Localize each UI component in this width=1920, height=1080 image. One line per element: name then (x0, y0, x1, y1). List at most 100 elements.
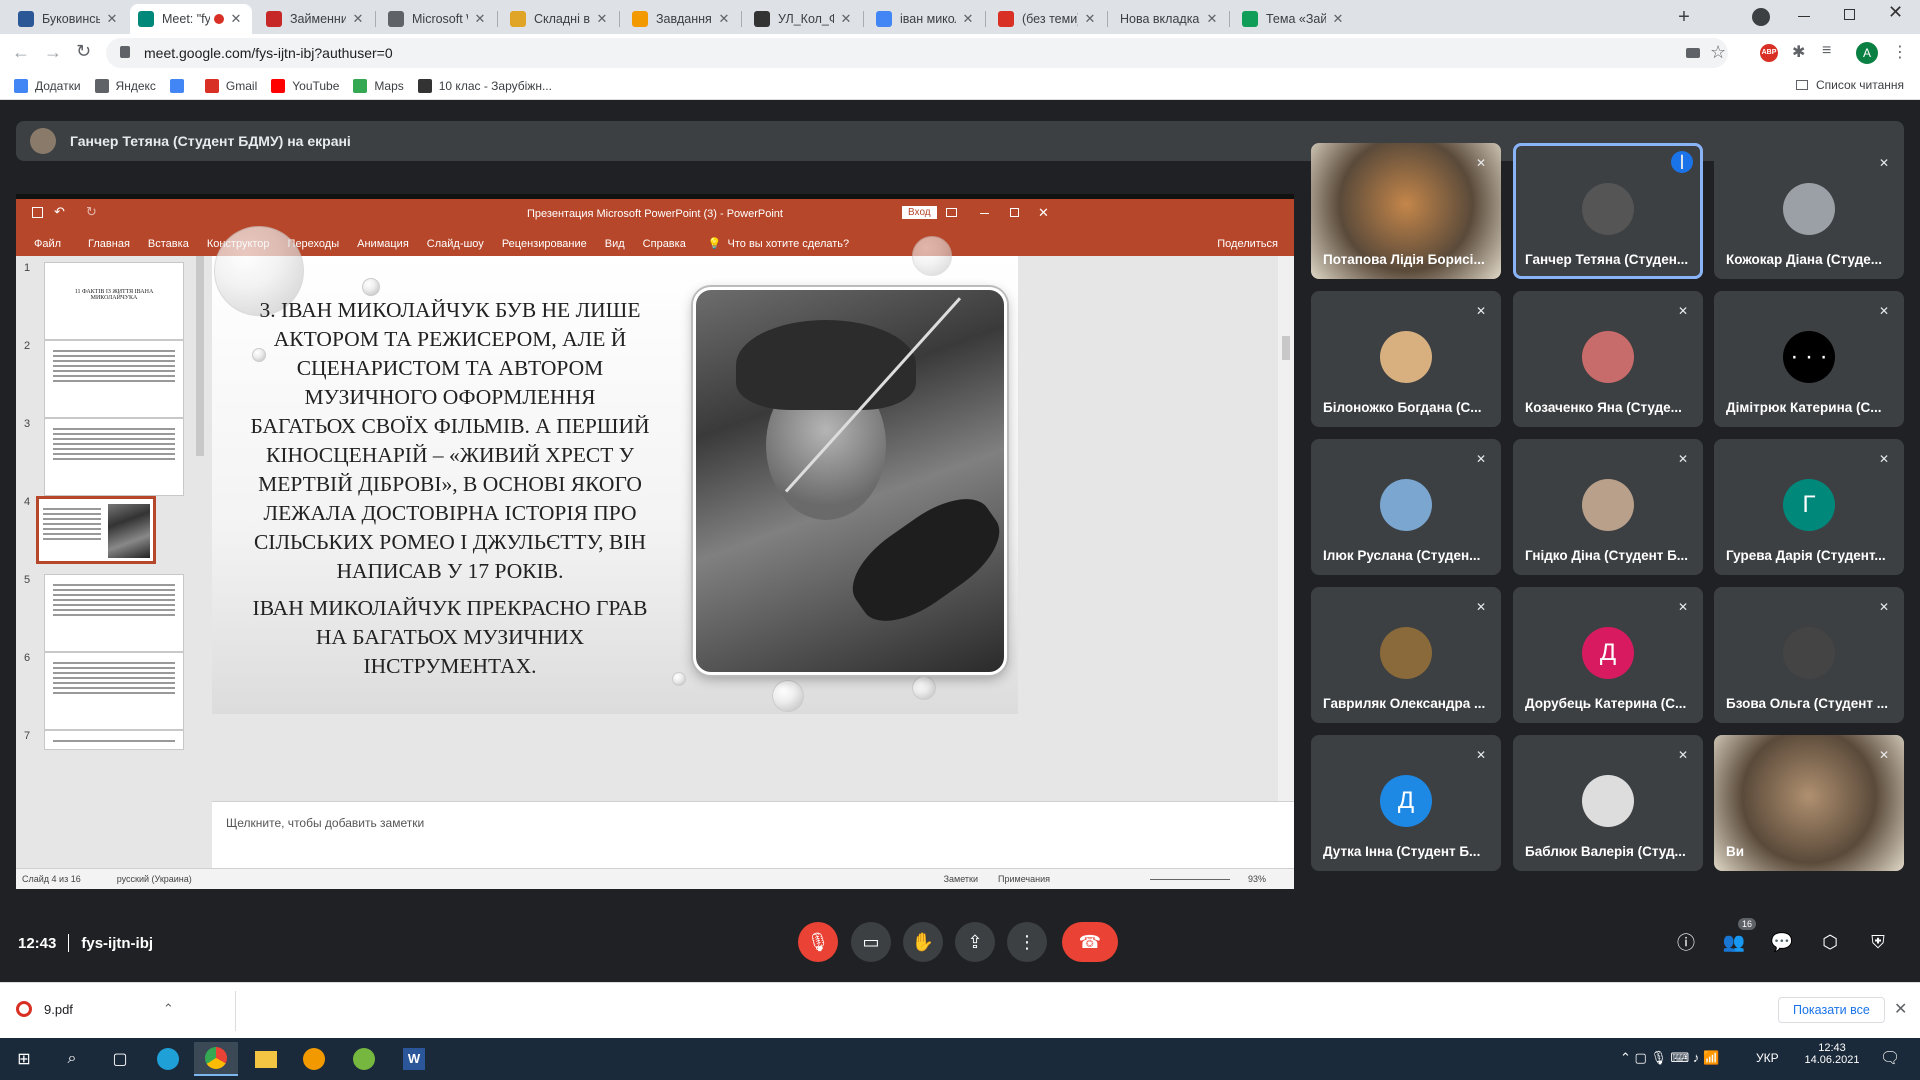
google-icon (169, 78, 184, 93)
browser-tab[interactable]: Тема «Займенн ✕ (1234, 4, 1354, 34)
leave-call-button[interactable]: ☎ (1062, 922, 1118, 962)
mic-muted-icon: ✕ (1677, 748, 1689, 762)
ppt-menu-slideshow: Слайд-шоу (426, 237, 484, 250)
slide-thumbnail (44, 652, 184, 730)
participant-tile[interactable]: · · · ✕ Дімітрюк Катерина (С... (1714, 291, 1904, 427)
browser-tab[interactable]: Microsoft Word ✕ (380, 4, 496, 34)
bookmark-item[interactable]: Maps (353, 78, 404, 93)
tab-close-icon[interactable]: ✕ (228, 11, 244, 27)
restore-button[interactable] (1844, 9, 1855, 20)
chat-button[interactable]: 💬 (1762, 922, 1802, 962)
task-view-icon[interactable]: ▢ (98, 1042, 142, 1076)
bookmark-item[interactable] (169, 78, 191, 93)
word-icon[interactable]: W (392, 1042, 436, 1076)
ppt-statusbar: Слайд 4 из 16 русский (Украина) Заметки … (16, 868, 1294, 889)
browser-tab[interactable]: Складні випадк ✕ (502, 4, 618, 34)
media-icon[interactable]: ≡ (1822, 42, 1831, 60)
star-icon[interactable]: ☆ (1710, 42, 1726, 63)
participant-tile[interactable]: ✕ Білоножко Богдана (С... (1311, 291, 1501, 427)
forward-icon[interactable]: → (44, 42, 62, 63)
tab-close-icon[interactable]: ✕ (350, 11, 366, 27)
participant-tile[interactable]: ✕ Гавриляк Олександра ... (1311, 587, 1501, 723)
tab-close-icon[interactable]: ✕ (1204, 11, 1220, 27)
clock[interactable]: 12:43 14.06.2021 (1800, 1042, 1864, 1066)
chevron-up-icon[interactable]: ⌃ (163, 1001, 174, 1017)
host-controls-button[interactable]: ⛨ (1858, 922, 1898, 962)
notifications-icon[interactable]: 🗨 (1880, 1048, 1900, 1068)
participant-tile[interactable]: ✕ Потапова Лідія Борисі... (1311, 143, 1501, 279)
participant-name: Дутка Інна (Студент Б... (1323, 844, 1481, 859)
participant-tile[interactable]: Д ✕ Дутка Інна (Студент Б... (1311, 735, 1501, 871)
tab-close-icon[interactable]: ✕ (1330, 11, 1346, 27)
participant-tile[interactable]: ✕ Гнідко Діна (Студент Б... (1513, 439, 1703, 575)
minimize-button[interactable] (1798, 16, 1810, 17)
more-options-button[interactable]: ⋮ (1007, 922, 1047, 962)
bookmark-item[interactable]: YouTube (271, 78, 339, 93)
browser-tab[interactable]: Завдання та вп ✕ (624, 4, 740, 34)
close-shelf-icon[interactable]: ✕ (1894, 999, 1907, 1019)
menu-icon[interactable]: ⋮ (1892, 42, 1908, 62)
tab-close-icon[interactable]: ✕ (594, 11, 610, 27)
browser-tab[interactable]: Meet: "fys-i ✕ (130, 4, 252, 34)
reload-icon[interactable]: ↻ (76, 41, 91, 62)
tab-search-icon[interactable] (1752, 8, 1770, 26)
tab-close-icon[interactable]: ✕ (716, 11, 732, 27)
search-icon[interactable]: ⌕ (50, 1042, 94, 1076)
bookmark-item[interactable]: 10 клас - Зарубіжн... (417, 78, 552, 93)
participant-tile[interactable]: ✕ Козаченко Яна (Студе... (1513, 291, 1703, 427)
browser-tab[interactable]: Нова вкладка ✕ (1112, 4, 1228, 34)
explorer-icon[interactable] (244, 1042, 288, 1076)
camera-button[interactable]: ▭ (851, 922, 891, 962)
tab-close-icon[interactable]: ✕ (960, 11, 976, 27)
mic-muted-icon: ✕ (1475, 748, 1487, 762)
adblock-icon[interactable]: ABP (1760, 44, 1778, 62)
participant-tile[interactable]: ✕ Бзова Ольга (Студент ... (1714, 587, 1904, 723)
browser-tab[interactable]: УЛ_Кол_Ф1: Жу ✕ (746, 4, 862, 34)
thumb-number: 6 (24, 652, 31, 664)
windows-start-icon[interactable]: ⊞ (2, 1042, 46, 1076)
camera-icon[interactable] (1686, 48, 1700, 58)
chrome-icon[interactable] (194, 1042, 238, 1076)
utorrent-icon[interactable] (342, 1042, 386, 1076)
new-tab-button[interactable]: + (1670, 6, 1698, 30)
tab-close-icon[interactable]: ✕ (838, 11, 854, 27)
raise-hand-button[interactable]: ✋ (903, 922, 943, 962)
address-bar[interactable]: meet.google.com/fys-ijtn-ibj?authuser=0 … (106, 38, 1728, 68)
participant-tile[interactable]: ✕ Ілюк Руслана (Студен... (1311, 439, 1501, 575)
download-divider (235, 991, 236, 1031)
participant-tile[interactable]: ✕ Ви (1714, 735, 1904, 871)
browser-tab[interactable]: Буковинський д ✕ (10, 4, 128, 34)
meeting-details-button[interactable]: ⓘ (1666, 922, 1706, 962)
participant-tile[interactable]: ✕ Баблюк Валерія (Студ... (1513, 735, 1703, 871)
tab-close-icon[interactable]: ✕ (1082, 11, 1098, 27)
download-item[interactable]: 9.pdf ⌃ (16, 1001, 174, 1017)
bookmark-item[interactable]: Додатки (14, 78, 81, 93)
extensions-icon[interactable]: ✱ (1792, 42, 1805, 62)
close-window-button[interactable]: ✕ (1888, 2, 1903, 23)
mic-off-button[interactable]: 🎙 (798, 922, 838, 962)
reading-list-button[interactable]: Список читання (1796, 78, 1904, 92)
bookmark-item[interactable]: Яндекс (94, 78, 156, 93)
present-icon: ⇪ (967, 931, 983, 952)
edge-icon[interactable] (146, 1042, 190, 1076)
participant-tile[interactable]: ┃ Ганчер Тетяна (Студен... (1513, 143, 1703, 279)
participant-tile[interactable]: ✕ Кожокар Діана (Студе... (1714, 143, 1904, 279)
bookmark-item[interactable]: Gmail (204, 78, 257, 93)
participant-tile[interactable]: Г ✕ Гурева Дарія (Студент... (1714, 439, 1904, 575)
participant-tile[interactable]: Д ✕ Дорубець Катерина (С... (1513, 587, 1703, 723)
mic-off-icon: 🎙 (806, 931, 830, 952)
present-button[interactable]: ⇪ (955, 922, 995, 962)
youtube-icon (271, 78, 286, 93)
people-button[interactable]: 👥 16 (1714, 918, 1757, 962)
profile-avatar[interactable]: A (1856, 42, 1878, 64)
lang-indicator[interactable]: УКР (1756, 1051, 1779, 1065)
browser-tab[interactable]: іван миколайч ✕ (868, 4, 984, 34)
tab-close-icon[interactable]: ✕ (472, 11, 488, 27)
activities-button[interactable]: ⬡ (1810, 922, 1850, 962)
show-all-button[interactable]: Показати все (1778, 997, 1885, 1023)
browser-tab[interactable]: Займенник – Ук ✕ (258, 4, 374, 34)
tab-close-icon[interactable]: ✕ (104, 11, 120, 27)
chrome-alt-icon[interactable] (292, 1042, 336, 1076)
browser-tab[interactable]: (без теми) - anc ✕ (990, 4, 1106, 34)
back-icon[interactable]: ← (12, 42, 30, 63)
